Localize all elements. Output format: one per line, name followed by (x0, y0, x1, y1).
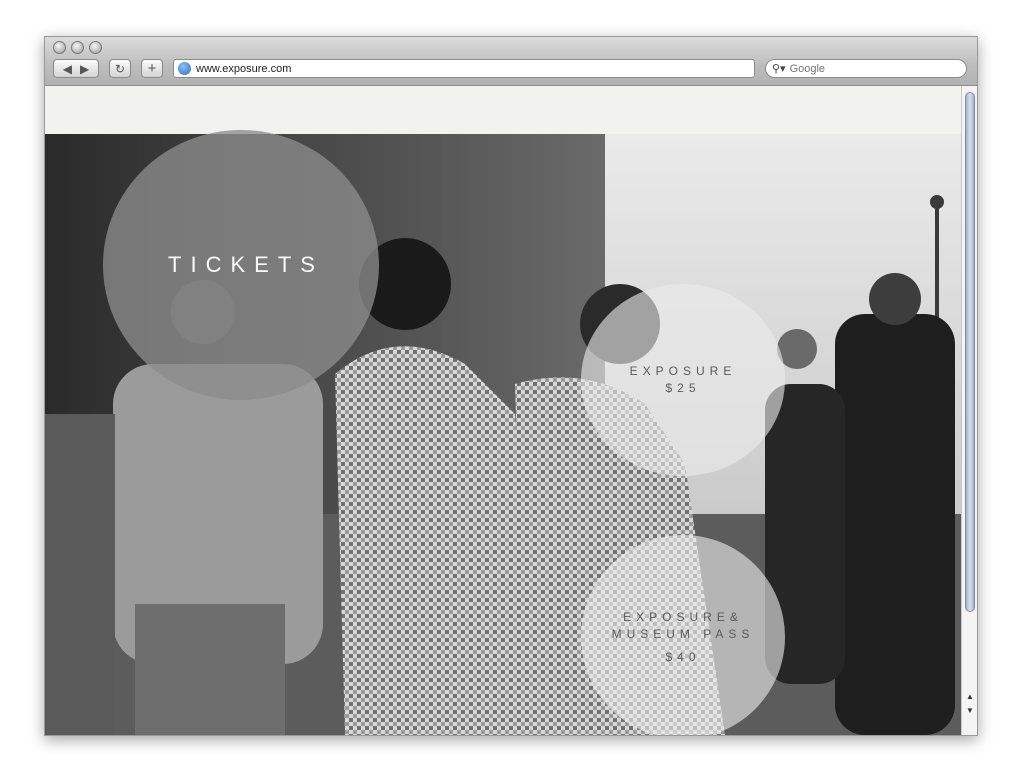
scrollbar-thumb[interactable] (965, 92, 975, 612)
back-forward-buttons[interactable]: ◀ ▶ (53, 59, 99, 78)
reload-icon: ↻ (114, 61, 126, 76)
add-bookmark-button[interactable]: + (141, 59, 163, 78)
tickets-label: TICKETS (168, 252, 324, 277)
scroll-up-icon[interactable]: ▲ (966, 692, 974, 701)
offer-subtitle: MUSEUM PASS (611, 626, 755, 641)
page-content: TICKETS EXPOSURE $25 EXPOSURE& MUSEUM PA… (45, 86, 961, 735)
back-arrow-icon[interactable]: ◀ (63, 62, 72, 76)
tickets-heading-circle: TICKETS (103, 130, 379, 400)
browser-toolbar: ◀ ▶ ↻ + ⚲▾ (45, 37, 977, 86)
offer-title: EXPOSURE (629, 364, 737, 378)
vertical-scrollbar[interactable]: ▲ ▼ (961, 86, 977, 735)
search-icon[interactable]: ⚲▾ (772, 62, 786, 75)
zoom-window-button[interactable] (89, 41, 102, 54)
scroll-down-icon[interactable]: ▼ (966, 706, 974, 715)
url-input[interactable] (196, 62, 736, 75)
browser-window: ◀ ▶ ↻ + ⚲▾ (44, 36, 978, 736)
offer-price: $25 (665, 381, 701, 395)
search-input[interactable] (789, 62, 940, 75)
plus-icon: + (147, 60, 157, 77)
forward-arrow-icon[interactable]: ▶ (80, 62, 89, 76)
exposure-museum-pass-option[interactable]: EXPOSURE& MUSEUM PASS $40 (581, 535, 785, 735)
minimize-window-button[interactable] (71, 41, 84, 54)
exposure-ticket-option[interactable]: EXPOSURE $25 (581, 284, 785, 476)
search-bar[interactable]: ⚲▾ (765, 59, 967, 78)
offer-price: $40 (665, 649, 701, 664)
offer-title: EXPOSURE& (623, 609, 743, 624)
close-window-button[interactable] (53, 41, 66, 54)
address-bar[interactable] (173, 59, 755, 78)
reload-button[interactable]: ↻ (109, 59, 131, 78)
globe-icon (178, 62, 191, 75)
